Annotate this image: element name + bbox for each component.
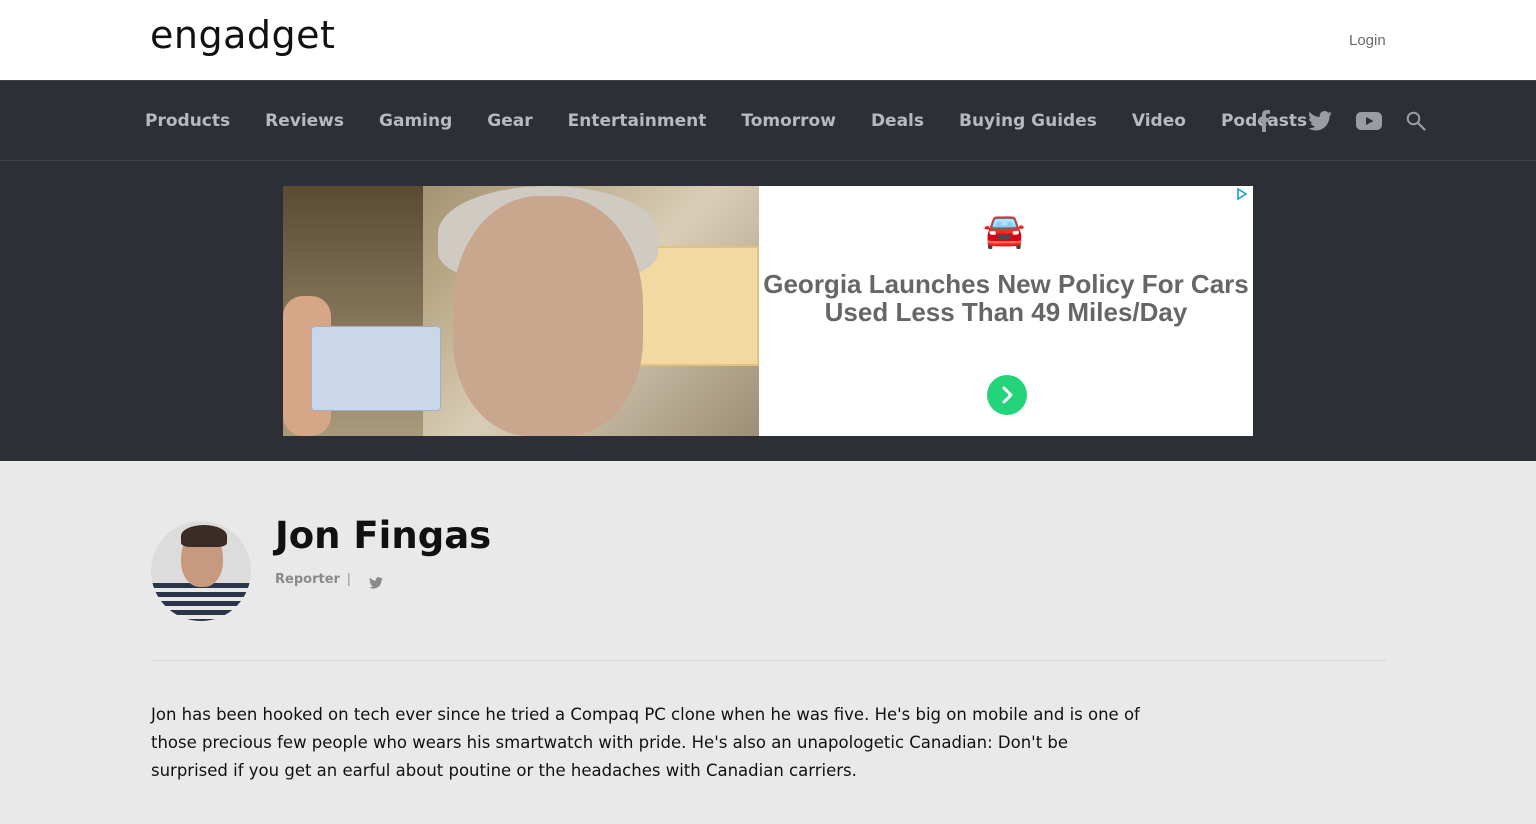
- nav-item-buying-guides[interactable]: Buying Guides: [959, 111, 1097, 131]
- main-nav: Products Reviews Gaming Gear Entertainme…: [0, 80, 1536, 161]
- login-link[interactable]: Login: [1349, 32, 1386, 49]
- author-bio: Jon has been hooked on tech ever since h…: [151, 705, 1140, 780]
- section-divider: [151, 660, 1386, 661]
- twitter-icon[interactable]: [1307, 110, 1333, 132]
- role-separator: |: [347, 570, 351, 586]
- chevron-right-icon[interactable]: [987, 375, 1027, 415]
- advertisement[interactable]: 🚘 Georgia Launches New Policy For Cars U…: [283, 186, 1253, 436]
- search-icon[interactable]: [1404, 110, 1428, 132]
- youtube-icon[interactable]: [1355, 110, 1383, 132]
- nav-item-video[interactable]: Video: [1132, 111, 1186, 131]
- nav-item-gaming[interactable]: Gaming: [379, 111, 452, 131]
- ad-image[interactable]: [283, 186, 759, 436]
- facebook-icon[interactable]: [1258, 109, 1284, 133]
- ad-content[interactable]: 🚘 Georgia Launches New Policy For Cars U…: [759, 186, 1253, 436]
- car-hands-icon: 🚘: [983, 211, 1026, 251]
- author-role: Reporter: [275, 572, 340, 587]
- nav-item-entertainment[interactable]: Entertainment: [568, 111, 707, 131]
- avatar: [151, 521, 251, 621]
- nav-item-gear[interactable]: Gear: [487, 111, 532, 131]
- nav-item-tomorrow[interactable]: Tomorrow: [741, 111, 836, 131]
- nav-item-reviews[interactable]: Reviews: [265, 111, 344, 131]
- author-name: Jon Fingas: [275, 514, 492, 557]
- engadget-logo[interactable]: engadget: [150, 16, 335, 54]
- nav-item-deals[interactable]: Deals: [871, 111, 924, 131]
- adchoices-icon[interactable]: [1231, 186, 1253, 202]
- nav-item-products[interactable]: Products: [145, 111, 230, 131]
- top-header: engadget Login: [0, 0, 1536, 80]
- author-twitter-icon[interactable]: [369, 574, 383, 589]
- ad-headline[interactable]: Georgia Launches New Policy For Cars Use…: [759, 270, 1253, 326]
- nav-links: Products Reviews Gaming Gear Entertainme…: [145, 81, 1342, 161]
